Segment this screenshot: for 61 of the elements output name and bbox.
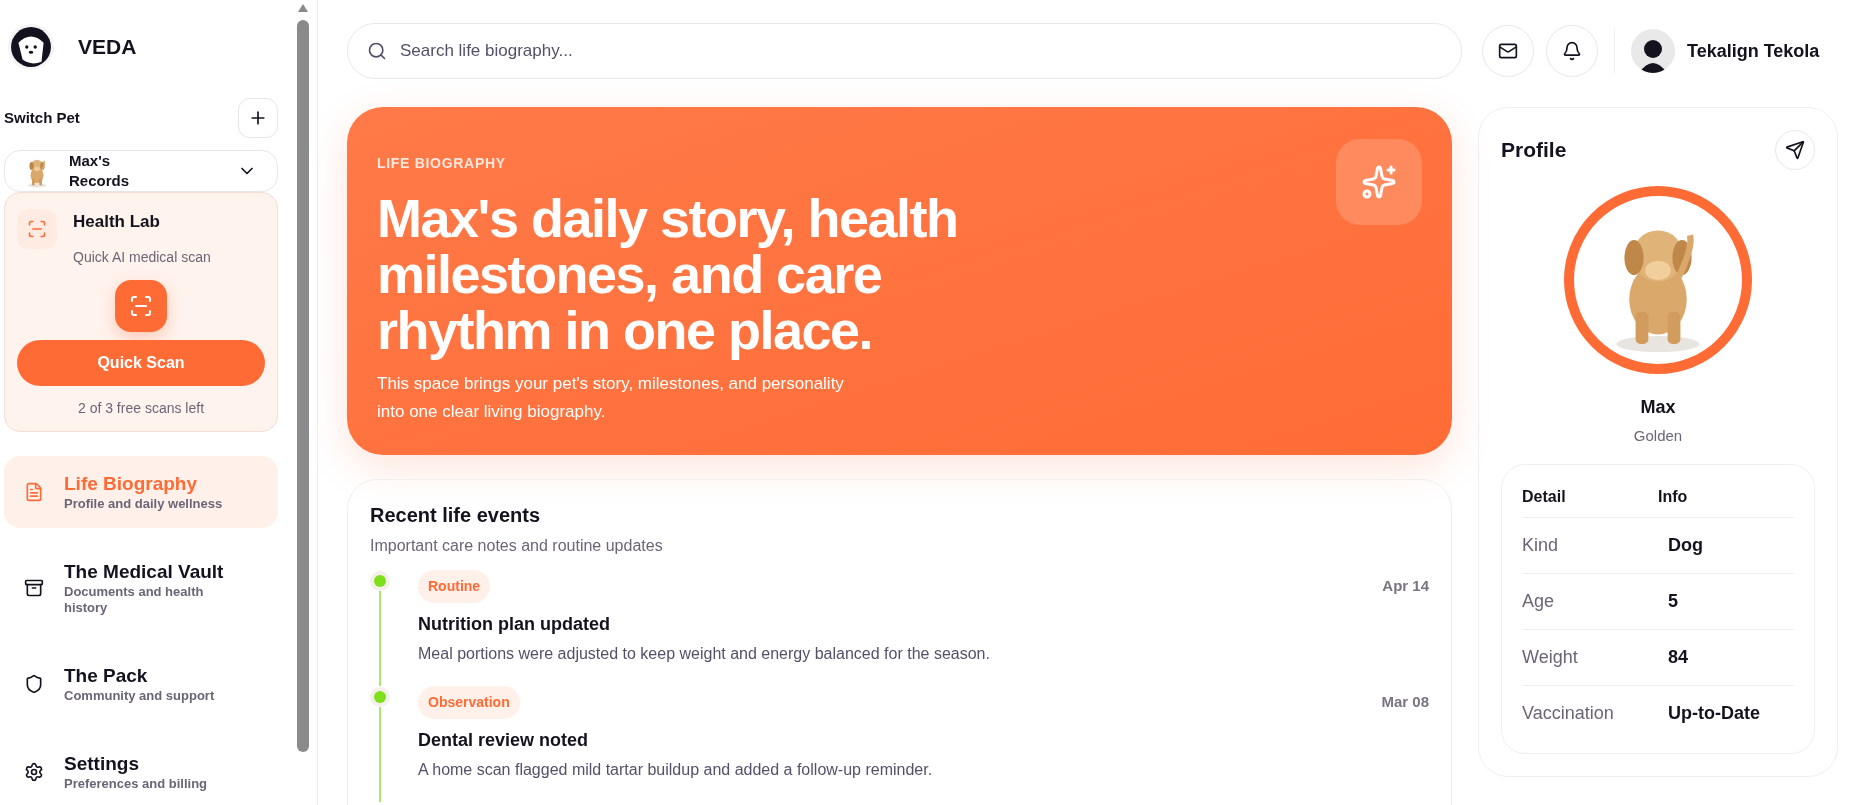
- search-field[interactable]: Search life biography...: [347, 23, 1462, 79]
- event-title: Dental review noted: [418, 729, 590, 752]
- event-date: Mar 08: [1381, 692, 1429, 713]
- pet-breed: Golden: [1633, 426, 1683, 446]
- nav-title: The Pack: [64, 663, 149, 688]
- search-icon: [367, 41, 387, 61]
- hero-description: This space brings your pet's story, milestones, and personality into one clear living biography.: [377, 373, 845, 423]
- column-header: Detail: [1522, 486, 1567, 507]
- scan-icon: [115, 279, 167, 332]
- hero-headline: Max's daily story, health milestones, and care rhythm in one place.: [377, 190, 959, 358]
- mail-icon: [1498, 41, 1518, 61]
- events-title: Recent life events: [370, 503, 542, 528]
- event-description: Meal portions were adjusted to keep weight and energy balanced for the season.: [418, 644, 991, 664]
- table-cell-text: Kind: [1522, 533, 1560, 557]
- document-icon: [24, 481, 44, 502]
- pet-name: Max: [1640, 396, 1676, 419]
- health-lab-subtitle: Quick AI medical scan: [73, 247, 211, 267]
- health-lab-title: Health Lab: [73, 211, 161, 233]
- archive-icon: [24, 577, 44, 598]
- scroll-up-icon[interactable]: [298, 4, 308, 12]
- nav-title: Settings: [64, 751, 140, 776]
- settings-icon: [24, 761, 44, 782]
- nav-subtitle: Documents and health history: [64, 583, 205, 616]
- nav-subtitle: Preferences and billing: [64, 775, 208, 792]
- user-avatar[interactable]: [1631, 29, 1675, 73]
- nav-subtitle: Community and support: [64, 687, 215, 704]
- profile-title: Profile: [1501, 137, 1567, 164]
- nav-item[interactable]: The Medical Vault Documents and health history: [4, 543, 278, 632]
- events-subtitle: Important care notes and routine updates: [370, 536, 664, 556]
- nav-subtitle: Profile and daily wellness: [64, 495, 223, 512]
- shield-icon: [24, 673, 44, 694]
- nav-title: Life Biography: [64, 471, 198, 496]
- table-cell-text: 5: [1668, 589, 1678, 613]
- nav-item[interactable]: The Pack Community and support: [4, 647, 278, 720]
- nav-item[interactable]: Settings Preferences and billing: [4, 735, 278, 805]
- user-name: Tekalign Tekola: [1687, 39, 1820, 63]
- event-tag: Routine: [418, 570, 491, 603]
- nav-title: The Medical Vault: [64, 559, 225, 584]
- event-date: Apr 14: [1382, 576, 1429, 597]
- event-tag: Observation: [418, 686, 520, 719]
- table-cell-text: 84: [1668, 645, 1689, 669]
- pet-name: Max's Records: [69, 151, 131, 191]
- event-title: Nutrition plan updated: [418, 613, 611, 636]
- send-icon: [1785, 140, 1805, 160]
- nav-item[interactable]: Life Biography Profile and daily wellness: [4, 455, 278, 528]
- table-cell-text: Age: [1522, 589, 1556, 613]
- column-header: Info: [1658, 486, 1689, 507]
- event-description: A home scan flagged mild tartar buildup and added a follow-up reminder.: [418, 760, 934, 780]
- bell-icon: [1562, 41, 1582, 61]
- hero-eyebrow: LIFE BIOGRAPHY: [377, 154, 507, 173]
- add-pet-button[interactable]: [238, 98, 278, 138]
- sparkles-icon: [1336, 139, 1422, 225]
- table-cell-text: Dog: [1668, 533, 1703, 557]
- free-scans-note: 2 of 3 free scans left: [77, 398, 205, 418]
- logo-icon: [8, 24, 54, 70]
- table-cell-text: Vaccination: [1522, 701, 1615, 725]
- scan-icon: [17, 209, 57, 249]
- brand-name: VEDA: [78, 34, 137, 61]
- switch-pet-label: Switch Pet: [4, 107, 80, 128]
- table-cell-text: Up-to-Date: [1668, 701, 1760, 725]
- table-cell-text: Weight: [1522, 645, 1579, 669]
